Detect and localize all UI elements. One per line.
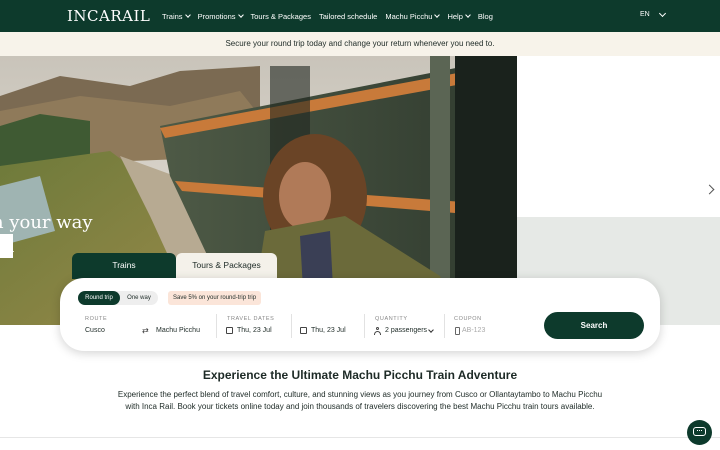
swap-icon[interactable]: ⇄ (142, 326, 149, 335)
tab-tours-packages[interactable]: Tours & Packages (176, 253, 277, 279)
nav-item-label: Trains (162, 11, 183, 21)
booking-form: Round trip One way Save 5% on your round… (60, 278, 660, 351)
carousel-side-panel (517, 56, 720, 217)
round-trip-option[interactable]: Round trip (78, 291, 120, 305)
chevron-down-icon (184, 12, 191, 18)
nav-item-tailored-schedule[interactable]: Tailored schedule (319, 12, 377, 21)
tab-trains[interactable]: Trains (72, 253, 176, 279)
return-date[interactable]: Thu, 23 Jul (311, 327, 346, 334)
chevron-down-icon (237, 12, 244, 18)
nav-item-label: Help (447, 11, 463, 21)
search-button[interactable]: Search (544, 312, 644, 339)
coupon-input[interactable]: AB-123 (462, 327, 485, 334)
logo[interactable]: INCARAIL (67, 7, 150, 25)
nav-item-tours-packages[interactable]: Tours & Packages (251, 12, 311, 21)
nav-item-help[interactable]: Help (447, 11, 471, 21)
destination-select[interactable]: Machu Picchu (156, 327, 200, 334)
language-selector[interactable]: EN (640, 9, 666, 18)
coupon-icon (455, 327, 460, 335)
trip-type-toggle: Round trip One way (78, 291, 158, 305)
chevron-down-icon (658, 9, 666, 17)
nav-item-blog[interactable]: Blog (478, 12, 493, 21)
divider (0, 437, 720, 438)
nav-item-label: Blog (477, 11, 493, 21)
hero-cta-button[interactable] (0, 234, 13, 258)
one-way-option[interactable]: One way (120, 291, 158, 305)
nav-item-trains[interactable]: Trains (162, 11, 191, 21)
quantity-label: QUANTITY (375, 316, 408, 322)
divider (364, 314, 365, 338)
calendar-icon (226, 327, 233, 334)
calendar-icon (300, 327, 307, 334)
route-label: ROUTE (85, 316, 108, 322)
coupon-label: COUPON (454, 316, 482, 322)
chat-icon (693, 427, 706, 436)
promo-badge: Save 5% on your round-trip trip (168, 291, 262, 305)
divider (291, 314, 292, 338)
nav-item-label: Tailored schedule (318, 11, 378, 21)
travel-dates-label: TRAVEL DATES (227, 316, 275, 322)
chat-button[interactable] (687, 420, 712, 445)
person-icon (374, 327, 381, 335)
divider (216, 314, 217, 338)
nav-menu: Trains Promotions Tours & Packages Tailo… (162, 0, 501, 32)
section-description: Experience the perfect blend of travel c… (117, 390, 603, 411)
chevron-down-icon (434, 12, 441, 18)
promo-banner: Secure your round trip today and change … (0, 32, 720, 56)
nav-item-label: Promotions (197, 11, 236, 21)
nav-item-promotions[interactable]: Promotions (197, 11, 244, 21)
divider (444, 314, 445, 338)
passengers-select[interactable]: 2 passengers (385, 327, 427, 334)
top-nav: INCARAIL Trains Promotions Tours & Packa… (0, 0, 720, 32)
hero-headline-line: n your way (0, 212, 93, 233)
chevron-down-icon (428, 327, 434, 333)
language-label: EN (640, 11, 650, 18)
nav-item-label: Tours & Packages (250, 11, 311, 21)
departure-date[interactable]: Thu, 23 Jul (237, 327, 272, 334)
nav-item-label: Machu Picchu (385, 11, 433, 21)
origin-select[interactable]: Cusco (85, 327, 105, 334)
nav-item-machu-picchu[interactable]: Machu Picchu (385, 11, 441, 21)
chevron-down-icon (465, 12, 471, 18)
section-title: Experience the Ultimate Machu Picchu Tra… (202, 368, 518, 382)
